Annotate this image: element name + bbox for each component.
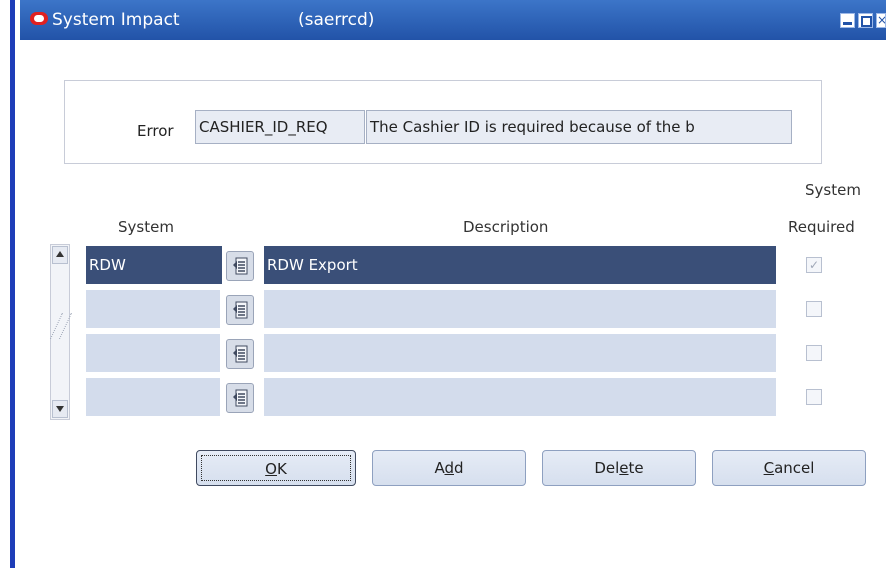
system-table: RDW RDW Export ✓ <box>84 244 876 420</box>
cancel-label-mnemonic: C <box>763 459 775 477</box>
system-cell[interactable] <box>86 378 220 416</box>
column-header-system-required-line1: System <box>805 181 861 199</box>
description-cell[interactable]: RDW Export <box>264 246 776 284</box>
error-label: Error <box>137 122 174 140</box>
ok-button-focus-ring: OK <box>201 455 351 481</box>
system-cell[interactable] <box>86 290 220 328</box>
cancel-button[interactable]: Cancel <box>712 450 866 486</box>
close-button[interactable]: × <box>876 13 886 28</box>
lov-button[interactable] <box>226 339 254 369</box>
error-description-field[interactable]: The Cashier ID is required because of th… <box>366 110 792 144</box>
ok-button[interactable]: OK <box>196 450 356 486</box>
system-required-checkbox[interactable]: ✓ <box>806 257 822 273</box>
add-label-mnemonic: d <box>444 459 454 477</box>
scroll-down-arrow-icon[interactable] <box>52 400 68 418</box>
system-required-checkbox[interactable] <box>806 389 822 405</box>
ok-label-mnemonic: O <box>265 460 277 478</box>
description-cell[interactable] <box>264 378 776 416</box>
ok-label-post: K <box>276 460 287 478</box>
system-required-checkbox[interactable] <box>806 301 822 317</box>
list-of-values-icon <box>233 301 248 319</box>
table-row[interactable] <box>84 288 876 328</box>
table-row[interactable]: RDW RDW Export ✓ <box>84 244 876 284</box>
system-cell[interactable] <box>86 334 220 372</box>
delete-button[interactable]: Delete <box>542 450 696 486</box>
error-code-field[interactable]: CASHIER_ID_REQ <box>195 110 365 144</box>
lov-button[interactable] <box>226 383 254 413</box>
list-of-values-icon <box>233 345 248 363</box>
system-required-checkbox[interactable] <box>806 345 822 361</box>
lov-button[interactable] <box>226 295 254 325</box>
column-header-system: System <box>118 218 174 236</box>
scroll-grip-icon[interactable] <box>49 313 73 339</box>
form-code: (saerrcd) <box>298 10 375 30</box>
minimize-button[interactable] <box>840 13 855 28</box>
cancel-label-post: ancel <box>774 459 815 477</box>
add-button[interactable]: Add <box>372 450 526 486</box>
maximize-button[interactable] <box>858 13 873 28</box>
system-cell[interactable]: RDW <box>86 246 222 284</box>
table-scrollbar[interactable] <box>49 244 73 420</box>
scroll-up-arrow-icon[interactable] <box>52 246 68 264</box>
lov-button[interactable] <box>226 251 254 281</box>
window-title: System Impact <box>52 10 180 30</box>
add-label-post: d <box>454 459 464 477</box>
table-row[interactable] <box>84 376 876 416</box>
delete-label-pre: Del <box>594 459 620 477</box>
oracle-logo-icon <box>30 12 48 25</box>
column-header-description: Description <box>463 218 549 236</box>
description-cell[interactable] <box>264 334 776 372</box>
list-of-values-icon <box>233 257 248 275</box>
delete-label-mnemonic: e <box>619 459 629 477</box>
column-header-system-required-line2: Required <box>788 218 855 236</box>
table-row[interactable] <box>84 332 876 372</box>
description-cell[interactable] <box>264 290 776 328</box>
list-of-values-icon <box>233 389 248 407</box>
delete-label-post: te <box>628 459 644 477</box>
add-label-pre: A <box>434 459 445 477</box>
title-bar[interactable]: System Impact (saerrcd) × <box>20 0 886 40</box>
